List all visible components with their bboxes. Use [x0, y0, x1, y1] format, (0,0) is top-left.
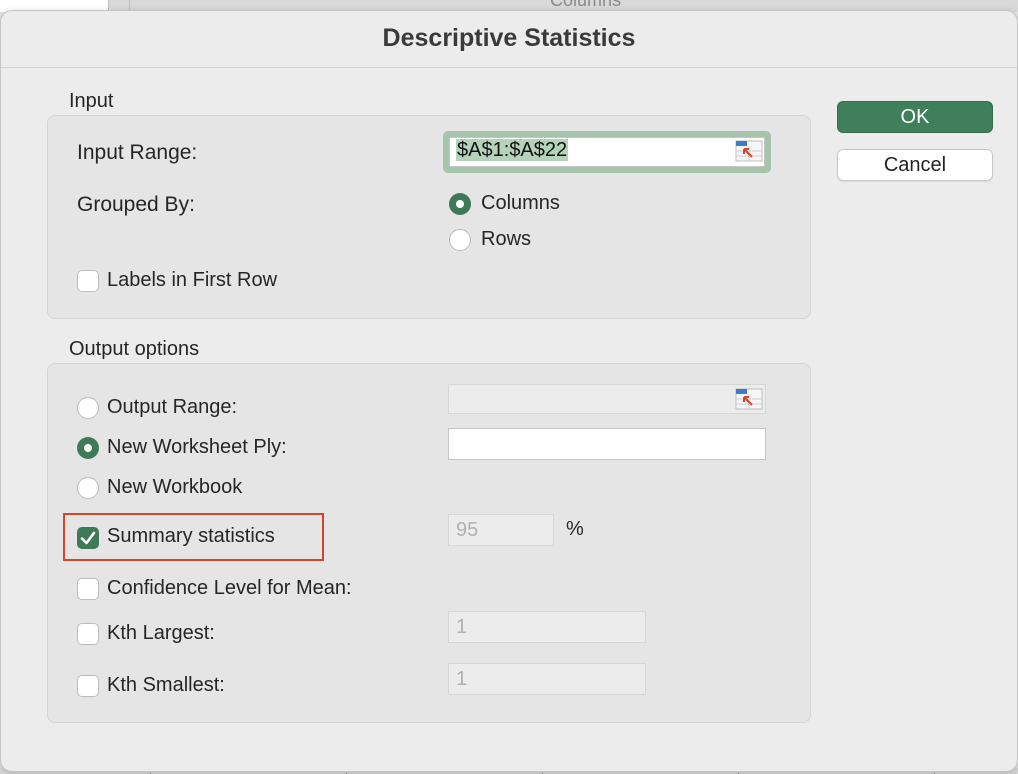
input-section-title: Input — [69, 90, 114, 112]
output-range-label: Output Range: — [107, 396, 238, 418]
kth-smallest-field[interactable]: 1 — [448, 663, 646, 695]
labels-first-row-label: Labels in First Row — [107, 269, 278, 291]
input-range-label: Input Range: — [77, 141, 198, 164]
range-selector-icon[interactable] — [735, 140, 763, 162]
grouped-by-columns-label: Columns — [481, 192, 560, 214]
descriptive-statistics-dialog: Descriptive Statistics OK Cancel Input I… — [0, 10, 1018, 772]
kth-smallest-label: Kth Smallest: — [107, 674, 225, 696]
new-worksheet-field[interactable] — [448, 428, 766, 460]
output-range-radio[interactable] — [77, 397, 99, 419]
confidence-level-checkbox[interactable] — [77, 578, 99, 600]
grouped-by-rows-label: Rows — [481, 228, 532, 250]
cancel-button[interactable]: Cancel — [837, 149, 993, 181]
ok-button[interactable]: OK — [837, 101, 993, 133]
range-selector-icon[interactable] — [735, 388, 763, 410]
dialog-titlebar: Descriptive Statistics — [1, 11, 1017, 68]
kth-largest-checkbox[interactable] — [77, 623, 99, 645]
output-range-field[interactable] — [448, 384, 766, 414]
checkmark-icon — [80, 531, 96, 545]
kth-largest-field[interactable]: 1 — [448, 611, 646, 643]
input-range-field[interactable]: $A$1:$A$22 — [449, 137, 765, 167]
summary-statistics-label: Summary statistics — [107, 525, 275, 547]
output-section-title: Output options — [69, 338, 200, 360]
new-workbook-label: New Workbook — [107, 476, 243, 498]
dialog-title: Descriptive Statistics — [382, 24, 636, 52]
input-range-value: $A$1:$A$22 — [456, 139, 569, 161]
grouped-by-label: Grouped By: — [77, 193, 195, 216]
new-worksheet-label: New Worksheet Ply: — [107, 436, 287, 458]
percent-sign: % — [566, 518, 584, 540]
kth-largest-label: Kth Largest: — [107, 622, 215, 644]
grouped-by-columns-radio[interactable] — [449, 193, 471, 215]
kth-smallest-checkbox[interactable] — [77, 675, 99, 697]
grouped-by-rows-radio[interactable] — [449, 229, 471, 251]
new-workbook-radio[interactable] — [77, 477, 99, 499]
summary-statistics-checkbox[interactable] — [77, 527, 99, 549]
confidence-level-field[interactable]: 95 — [448, 514, 554, 546]
confidence-level-label: Confidence Level for Mean: — [107, 577, 352, 599]
new-worksheet-radio[interactable] — [77, 437, 99, 459]
labels-first-row-checkbox[interactable] — [77, 270, 99, 292]
